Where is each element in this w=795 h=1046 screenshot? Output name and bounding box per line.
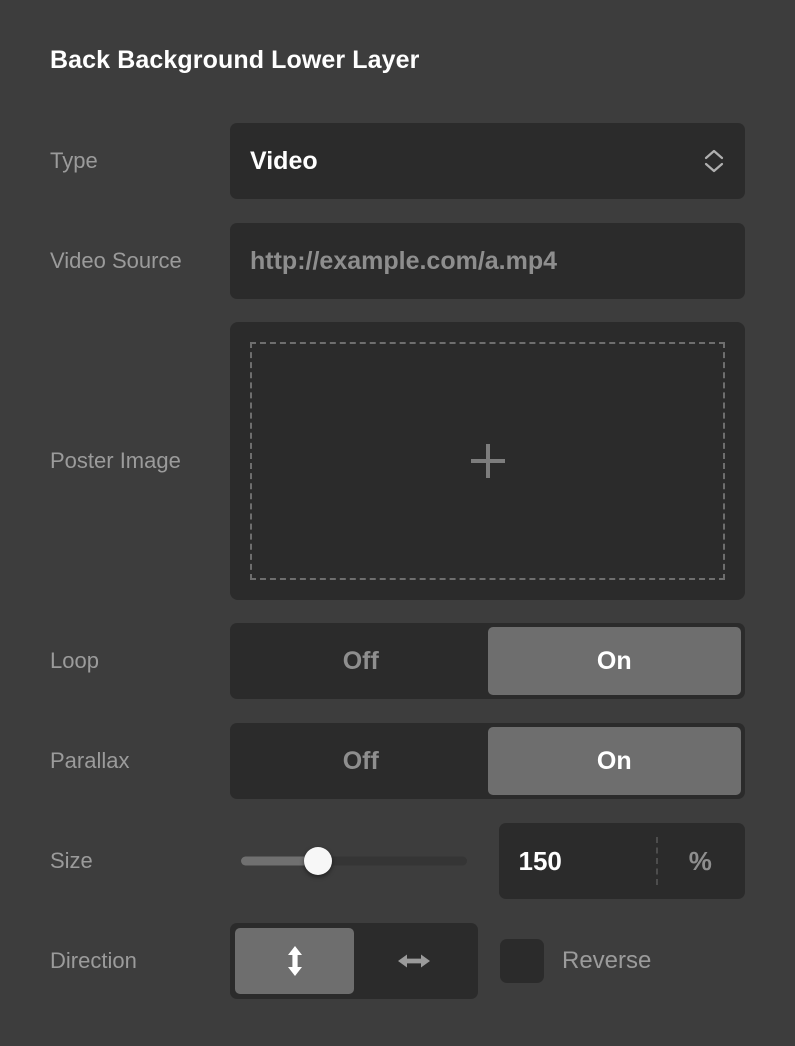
row-video-source: Video Source http://example.com/a.mp4 (0, 211, 795, 311)
row-control-parallax: Off On (230, 723, 745, 799)
page-title: Back Background Lower Layer (50, 46, 420, 75)
direction-option-horizontal[interactable] (354, 928, 473, 994)
row-loop: Loop Off On (0, 611, 795, 711)
row-label-direction: Direction (50, 949, 230, 973)
row-control-loop: Off On (230, 623, 745, 699)
size-slider[interactable] (241, 841, 467, 881)
direction-option-vertical[interactable] (235, 928, 354, 994)
row-type: Type Video (0, 111, 795, 211)
size-slider-thumb[interactable] (304, 847, 332, 875)
row-control-poster-image (230, 322, 745, 600)
reverse-label: Reverse (562, 947, 651, 975)
direction-toggle (230, 923, 478, 999)
row-label-poster-image: Poster Image (50, 449, 230, 473)
loop-option-off[interactable]: Off (234, 627, 488, 695)
row-label-size: Size (50, 849, 230, 873)
size-unit: % (656, 846, 745, 877)
parallax-option-off[interactable]: Off (234, 727, 488, 795)
reverse-checkbox[interactable] (500, 939, 544, 983)
loop-toggle: Off On (230, 623, 745, 699)
row-label-video-source: Video Source (50, 249, 230, 273)
size-number-field[interactable]: 150 % (499, 823, 745, 899)
settings-rows: Type Video Video Source http://e (0, 111, 795, 1011)
chevron-up-down-icon (701, 146, 727, 176)
size-value: 150 (499, 846, 562, 877)
row-direction: Direction (0, 911, 795, 1011)
type-select-value: Video (230, 147, 318, 176)
row-control-video-source: http://example.com/a.mp4 (230, 223, 745, 299)
row-control-type: Video (230, 123, 745, 199)
background-layer-settings-panel: Back Background Lower Layer Type Video (0, 0, 795, 1046)
video-source-placeholder: http://example.com/a.mp4 (230, 247, 557, 276)
poster-image-dropzone[interactable] (230, 322, 745, 600)
row-poster-image: Poster Image (0, 311, 795, 611)
plus-icon[interactable] (471, 444, 505, 478)
type-select[interactable]: Video (230, 123, 745, 199)
row-label-loop: Loop (50, 649, 230, 673)
row-label-type: Type (50, 149, 230, 173)
parallax-toggle: Off On (230, 723, 745, 799)
row-label-parallax: Parallax (50, 749, 230, 773)
poster-image-dropzone-border (250, 342, 725, 580)
parallax-option-on[interactable]: On (488, 727, 742, 795)
arrow-horizontal-icon (396, 949, 432, 973)
row-size: Size 150 % (0, 811, 795, 911)
arrow-vertical-icon (282, 944, 308, 978)
loop-option-on[interactable]: On (488, 627, 742, 695)
video-source-input[interactable]: http://example.com/a.mp4 (230, 223, 745, 299)
row-parallax: Parallax Off On (0, 711, 795, 811)
row-control-direction: Reverse (230, 923, 745, 999)
row-control-size: 150 % (230, 823, 745, 899)
